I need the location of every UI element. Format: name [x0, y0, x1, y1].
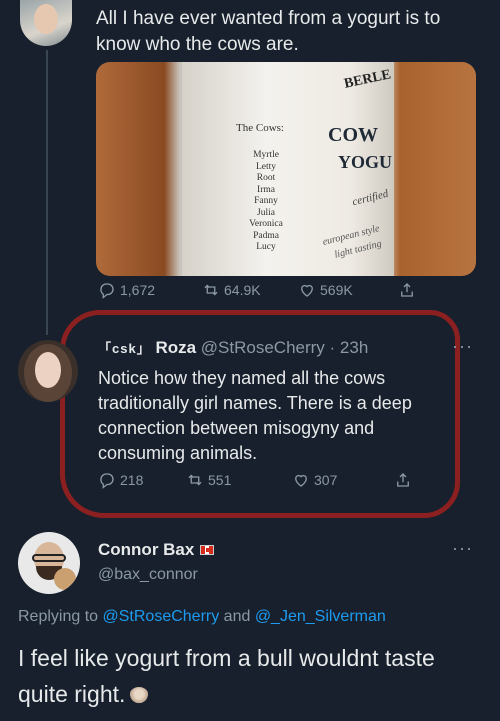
canada-flag-icon [200, 545, 215, 555]
reply-count: 1,672 [120, 282, 156, 298]
cow-name: Lucy [256, 242, 276, 252]
display-name[interactable]: Roza [155, 338, 196, 357]
tweet-header: 「csk」 Roza @StRoseCherry · 23h [98, 338, 369, 357]
share-button[interactable] [398, 281, 416, 299]
display-name[interactable]: Connor Bax [98, 540, 194, 560]
like-count: 307 [314, 472, 338, 488]
cow-name: Root [256, 173, 276, 183]
more-options-icon[interactable]: ··· [452, 538, 473, 559]
tweet-text: I feel like yogurt from a bull wouldnt t… [18, 640, 488, 712]
shrug-emoji-icon [129, 686, 150, 705]
reply-icon [100, 283, 114, 299]
cup-label-yogurt: YOGU [338, 152, 392, 172]
avatar[interactable] [20, 0, 72, 46]
heart-icon [301, 284, 313, 297]
thread-connector-line [46, 50, 48, 335]
retweet-icon [188, 474, 202, 486]
mention-link[interactable]: @StRoseCherry [103, 608, 220, 625]
name-prefix: 「csk」 [98, 341, 151, 356]
share-button[interactable] [394, 471, 412, 489]
cup-label-cow: COW [328, 124, 378, 146]
user-handle[interactable]: @bax_connor [98, 566, 198, 584]
mention-link[interactable]: @_Jen_Silverman [255, 608, 386, 625]
reply-icon [100, 473, 114, 489]
reply-button[interactable]: 1,672 [98, 281, 155, 299]
like-button[interactable]: 569K [298, 281, 353, 299]
cow-name: Veronica [249, 219, 283, 229]
cow-name: Fanny [254, 196, 278, 206]
reply-button[interactable]: 218 [98, 471, 143, 489]
cow-name: Irma [257, 184, 275, 195]
like-button[interactable]: 307 [292, 471, 337, 489]
timestamp[interactable]: 23h [340, 338, 368, 357]
cows-title: The Cows: [236, 122, 284, 134]
tweet-text: Notice how they named all the cows tradi… [98, 368, 412, 463]
tweet-header: Connor Bax [98, 540, 215, 560]
tweet-body: I feel like yogurt from a bull wouldnt t… [18, 645, 435, 707]
share-icon [397, 473, 409, 487]
more-options-icon[interactable]: ··· [452, 336, 473, 357]
avatar[interactable] [18, 532, 80, 594]
retweet-icon [204, 284, 218, 296]
retweet-count: 551 [208, 472, 232, 488]
retweet-button[interactable]: 64.9K [202, 281, 261, 299]
share-icon [401, 283, 413, 297]
retweet-count: 64.9K [224, 282, 261, 298]
heart-icon [295, 474, 307, 487]
avatar[interactable] [18, 340, 78, 402]
cow-name: Julia [257, 207, 275, 218]
retweet-button[interactable]: 551 [186, 471, 231, 489]
tweet-text: All I have ever wanted from a yogurt is … [96, 8, 441, 55]
tweet-image-yogurt[interactable]: The Cows: Myrtle Letty Root Irma Fanny J… [96, 62, 476, 276]
like-count: 569K [320, 282, 353, 298]
cow-name: Padma [253, 230, 279, 241]
user-handle[interactable]: @StRoseCherry [201, 338, 325, 357]
cow-name: Letty [255, 161, 277, 172]
reply-count: 218 [120, 472, 144, 488]
cow-name: Myrtle [253, 150, 279, 160]
replying-to-line: Replying to @StRoseCherry and @_Jen_Silv… [18, 608, 386, 625]
cow-name-list: Myrtle Letty Root Irma Fanny Julia Veron… [246, 150, 286, 254]
